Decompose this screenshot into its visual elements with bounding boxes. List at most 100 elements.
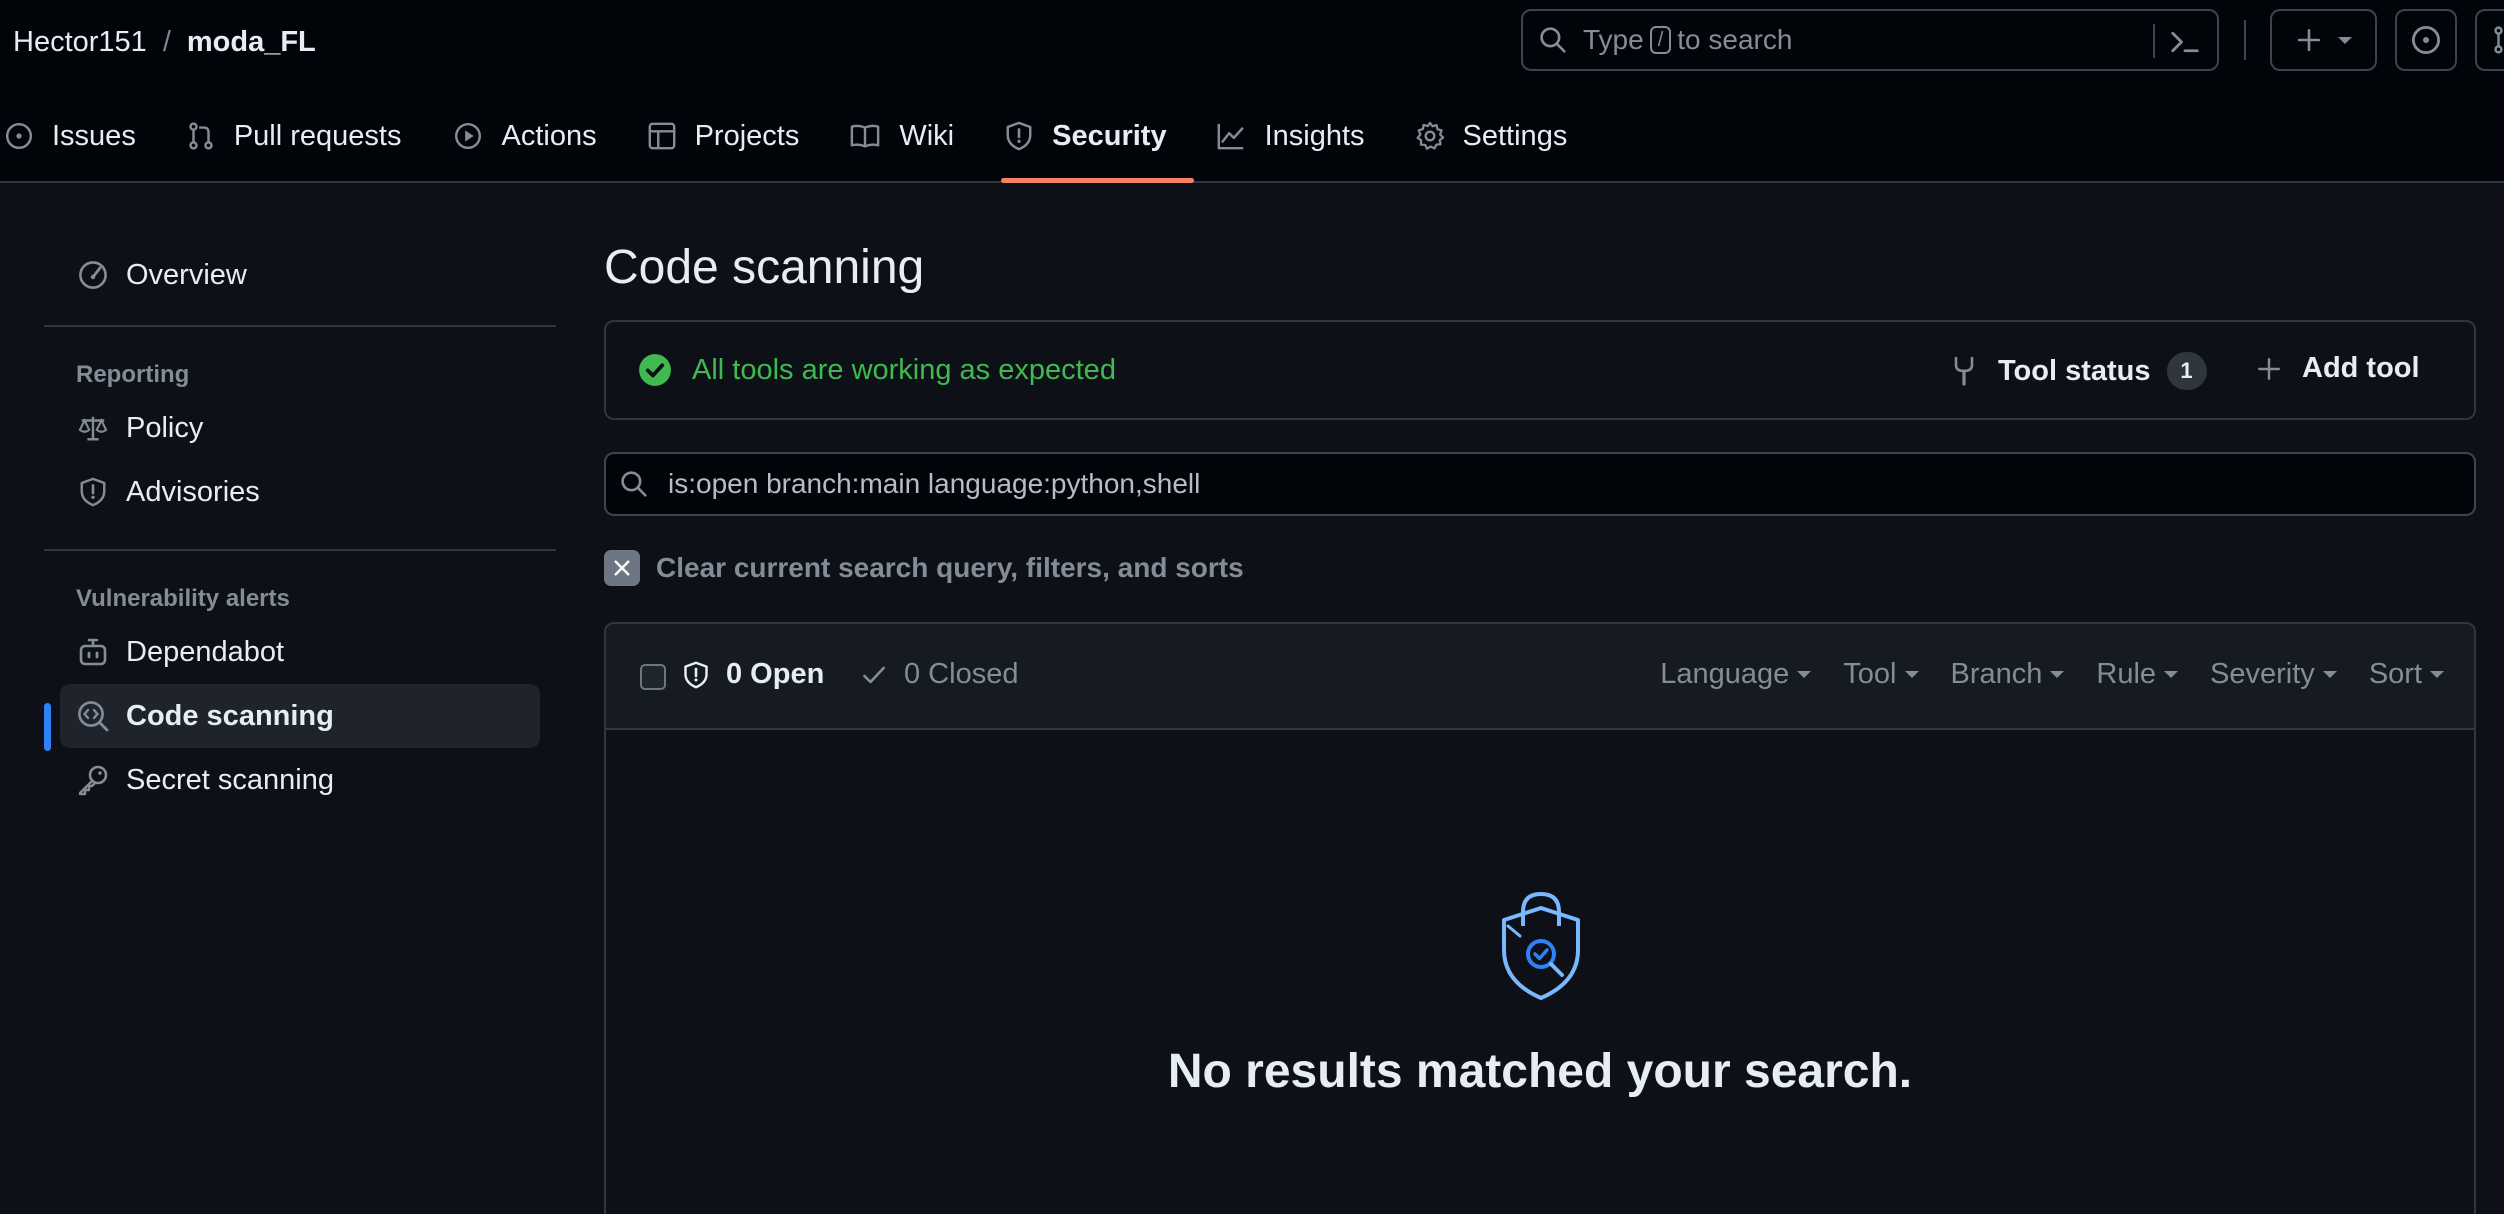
filter-query-text: is:open branch:main language:python,shel… [668,468,1201,499]
sidebar-item-label: Secret scanning [126,763,334,796]
select-all-checkbox[interactable] [640,664,666,690]
app-header: Hector151 / moda_FL Type / to search Iss… [0,0,2504,183]
tab-insights[interactable]: Insights [1215,110,1365,162]
sidebar-item-label: Advisories [126,475,260,508]
key-icon [76,764,110,796]
tool-status-label: Tool status [1998,354,2151,387]
closed-count-label: 0 Closed [904,658,1019,690]
shield-icon [76,476,110,508]
filter-label: Severity [2210,658,2315,690]
chevron-down-icon [2322,671,2337,678]
sidebar-divider [44,549,556,551]
open-count-label: 0 Open [726,658,825,690]
global-search-input[interactable]: Type / to search [1521,9,2219,71]
issue-opened-icon [2410,24,2442,56]
sidebar-item-policy[interactable]: Policy [60,396,540,460]
shield-lock-search-icon [1498,888,1584,1004]
chevron-down-icon [2050,671,2065,678]
tab-settings[interactable]: Settings [1415,110,1568,162]
filter-label: Branch [1950,658,2043,690]
tab-issues[interactable]: Issues [4,110,136,162]
search-divider [2153,24,2155,58]
repo-link[interactable]: moda_FL [187,26,316,59]
check-icon [860,661,888,689]
book-icon [849,121,881,151]
tab-actions[interactable]: Actions [453,110,597,162]
chevron-down-icon [1904,671,1919,678]
sidebar-item-label: Dependabot [126,635,285,668]
tab-label: Projects [694,119,800,152]
active-tab-indicator [1001,178,1194,183]
sidebar-item-code-scanning[interactable]: Code scanning [60,684,540,748]
status-text: All tools are working as expected [692,353,1116,386]
check-circle-fill-icon [638,353,672,387]
closed-alerts-filter[interactable]: 0 Closed [860,658,1018,691]
shield-icon [1004,121,1034,151]
search-icon [620,470,648,498]
language-filter-dropdown[interactable]: Language [1660,658,1812,691]
command-palette-icon[interactable] [2169,28,2201,56]
tool-status-counter: 1 [2166,352,2207,390]
tab-label: Security [1052,119,1167,152]
sidebar-item-secret-scanning[interactable]: Secret scanning [60,748,540,812]
alerts-filter-input[interactable]: is:open branch:main language:python,shel… [604,452,2476,516]
search-shortcut-key: / [1649,26,1672,54]
code-review-icon [76,700,110,732]
breadcrumb-separator: / [162,25,171,58]
sidebar-item-label: Overview [126,258,247,291]
chevron-down-icon [1797,671,1812,678]
chevron-down-icon [2337,36,2352,44]
search-prefix: Type [1583,24,1644,55]
clear-filters-link[interactable]: Clear current search query, filters, and… [604,550,1244,586]
graph-icon [1215,121,1247,151]
sort-dropdown[interactable]: Sort [2369,658,2444,691]
open-alerts-filter[interactable]: 0 Open [682,658,824,691]
sidebar-item-label: Code scanning [126,699,334,732]
tab-label: Settings [1462,119,1568,152]
shield-icon [682,659,710,691]
filter-label: Language [1660,658,1790,690]
your-issues-button[interactable] [2395,9,2457,71]
search-suffix: to search [1677,24,1793,55]
git-pull-request-icon [186,121,216,151]
filter-label: Tool [1843,658,1897,690]
sidebar-item-advisories[interactable]: Advisories [60,460,540,524]
severity-filter-dropdown[interactable]: Severity [2210,658,2337,691]
plus-icon [2256,356,2282,382]
tab-label: Wiki [899,119,955,152]
tab-label: Insights [1264,119,1365,152]
alerts-list-header: 0 Open 0 Closed Language Tool Branch Rul… [606,624,2474,730]
sidebar-heading-reporting: Reporting [76,361,190,388]
rule-filter-dropdown[interactable]: Rule [2096,658,2179,691]
tab-label: Pull requests [233,119,402,152]
search-icon [1539,26,1567,54]
meter-icon [76,259,110,291]
chevron-down-icon [2430,671,2444,678]
filter-label: Sort [2368,658,2422,690]
tab-pull-requests[interactable]: Pull requests [186,110,402,162]
branch-filter-dropdown[interactable]: Branch [1951,658,2065,691]
git-pull-request-icon [2491,25,2504,55]
tab-security[interactable]: Security [1004,110,1167,162]
tab-label: Issues [52,119,136,152]
tools-icon [1950,355,1978,387]
close-icon [604,550,640,586]
tab-projects[interactable]: Projects [647,110,800,162]
plus-icon [2296,27,2322,53]
tool-status-button[interactable]: Tool status 1 [1950,352,2207,390]
sidebar-item-overview[interactable]: Overview [60,243,540,307]
tab-label: Actions [501,119,597,152]
create-new-button[interactable] [2270,9,2377,71]
your-pull-requests-button[interactable] [2475,9,2504,71]
chevron-down-icon [2164,671,2179,678]
clear-filters-label: Clear current search query, filters, and… [656,552,1244,583]
add-tool-button[interactable]: Add tool [2256,352,2420,385]
owner-link[interactable]: Hector151 [13,26,147,59]
law-icon [76,413,110,443]
alerts-list: 0 Open 0 Closed Language Tool Branch Rul… [604,622,2476,1214]
sidebar-item-dependabot[interactable]: Dependabot [60,620,540,684]
tab-wiki[interactable]: Wiki [849,110,954,162]
empty-state-message: No results matched your search. [1167,1045,1913,1098]
tool-filter-dropdown[interactable]: Tool [1843,658,1919,691]
repo-nav-tabs: Issues Pull requests Actions Projects Wi… [0,110,1567,162]
